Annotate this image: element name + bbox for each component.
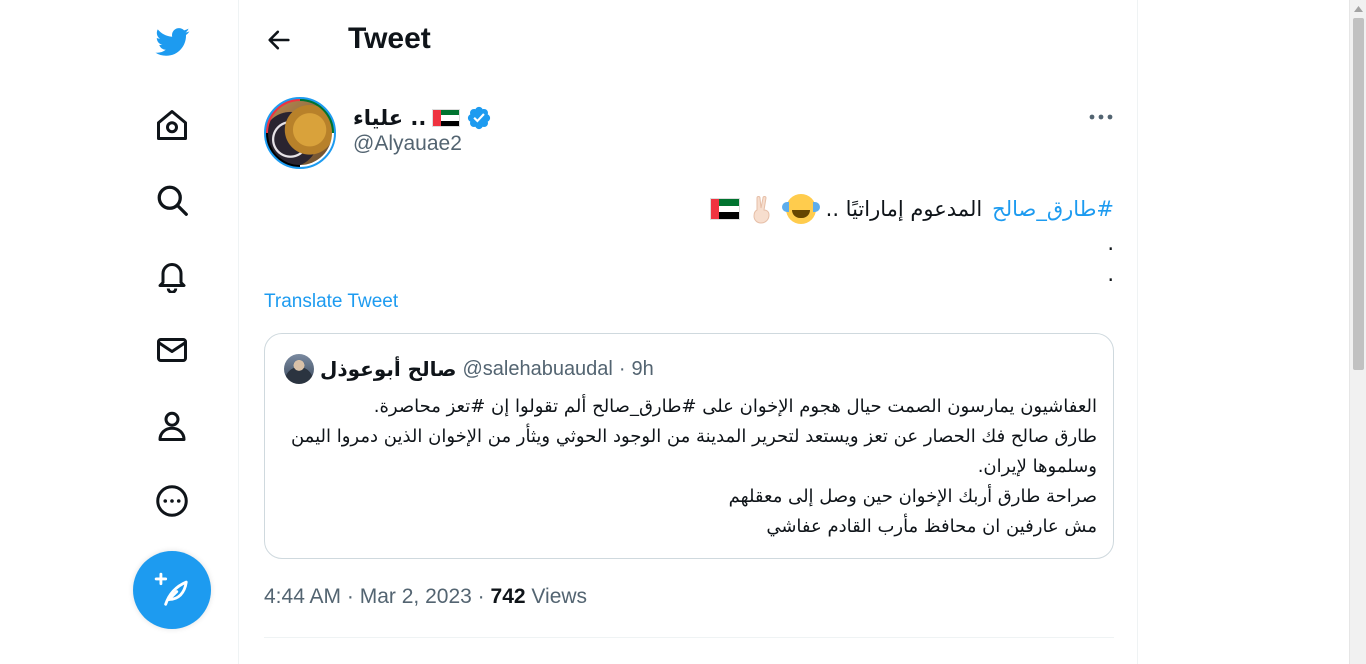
sidebar xyxy=(0,0,238,664)
quoted-separator: · xyxy=(618,357,626,380)
person-icon[interactable] xyxy=(148,402,196,450)
tweet-text-line: #طارق_صالح المدعوم إماراتيًا .. xyxy=(264,190,1114,228)
author-name[interactable]: .. علياء xyxy=(353,106,426,130)
more-options-button[interactable] xyxy=(1081,100,1121,134)
tweet-metadata: 4:44 AM · Mar 2, 2023 · 742 Views xyxy=(264,585,587,609)
quoted-timestamp[interactable]: 9h xyxy=(632,358,654,381)
feather-plus-icon xyxy=(154,572,188,606)
author-name-row: .. علياء xyxy=(353,103,492,133)
mail-icon[interactable] xyxy=(148,326,196,374)
ellipsis-icon xyxy=(1089,114,1113,120)
meta-separator: · xyxy=(477,585,485,608)
main-column: Tweet .. علياء @Alyauae2 #طارق_صالح المد… xyxy=(238,0,1138,664)
home-icon[interactable] xyxy=(148,101,196,149)
meta-separator: · xyxy=(346,585,354,608)
views-count[interactable]: 742 xyxy=(491,585,526,608)
author-handle[interactable]: @Alyauae2 xyxy=(353,132,462,156)
tweet-date[interactable]: Mar 2, 2023 xyxy=(360,585,472,608)
divider xyxy=(264,637,1114,638)
tweet-text-main: المدعوم إماراتيًا .. xyxy=(825,196,983,221)
scrollbar[interactable] xyxy=(1349,0,1366,664)
compose-tweet-button[interactable] xyxy=(133,551,211,629)
tweet-time[interactable]: 4:44 AM xyxy=(264,585,341,608)
more-circle-icon[interactable] xyxy=(148,477,196,525)
quoted-text-line: صراحة طارق أربك الإخوان حين وصل إلى معقل… xyxy=(728,486,1097,507)
translate-tweet-link[interactable]: Translate Tweet xyxy=(264,291,398,313)
bell-icon[interactable] xyxy=(148,251,196,299)
quoted-text-line: مش عارفين ان محافظ مأرب القادم عفاشي xyxy=(766,516,1097,537)
quoted-tweet[interactable]: صالح أبوعوذل @salehabuaudal · 9h العفاشي… xyxy=(264,333,1114,559)
page-header: Tweet xyxy=(239,0,1137,82)
tears-of-joy-emoji-icon xyxy=(781,194,820,224)
tweet-text-dot: . xyxy=(1107,231,1114,255)
twitter-logo-icon[interactable] xyxy=(148,18,196,66)
quoted-tweet-header: صالح أبوعوذل @salehabuaudal · 9h xyxy=(284,353,654,385)
arrow-left-icon xyxy=(268,30,290,50)
search-icon[interactable] xyxy=(148,176,196,224)
hashtag-link[interactable]: #طارق_صالح xyxy=(992,194,1114,225)
back-button[interactable] xyxy=(259,20,299,60)
quoted-author-name[interactable]: صالح أبوعوذل xyxy=(320,357,456,381)
quoted-author-handle[interactable]: @salehabuaudal xyxy=(462,358,612,381)
tweet-text-dot: . xyxy=(1107,262,1114,286)
quoted-text-line: العفاشيون يمارسون الصمت حيال هجوم الإخوا… xyxy=(373,396,1097,417)
uae-flag-icon xyxy=(432,109,461,127)
tweet-text: #طارق_صالح المدعوم إماراتيًا .. . . xyxy=(264,190,1114,290)
uae-flag-emoji-icon xyxy=(709,198,740,220)
page-title: Tweet xyxy=(348,22,431,55)
victory-hand-emoji-icon xyxy=(753,196,770,224)
quoted-text-line: طارق صالح فك الحصار عن تعز ويستعد لتحرير… xyxy=(290,426,1097,477)
scrollbar-thumb[interactable] xyxy=(1353,18,1364,370)
scroll-up-arrow-icon[interactable] xyxy=(1350,0,1366,17)
verified-badge-icon[interactable] xyxy=(466,105,492,131)
quoted-tweet-text: العفاشيون يمارسون الصمت حيال هجوم الإخوا… xyxy=(285,392,1097,542)
avatar[interactable] xyxy=(264,97,336,169)
views-label: Views xyxy=(531,585,588,608)
avatar[interactable] xyxy=(284,354,314,384)
